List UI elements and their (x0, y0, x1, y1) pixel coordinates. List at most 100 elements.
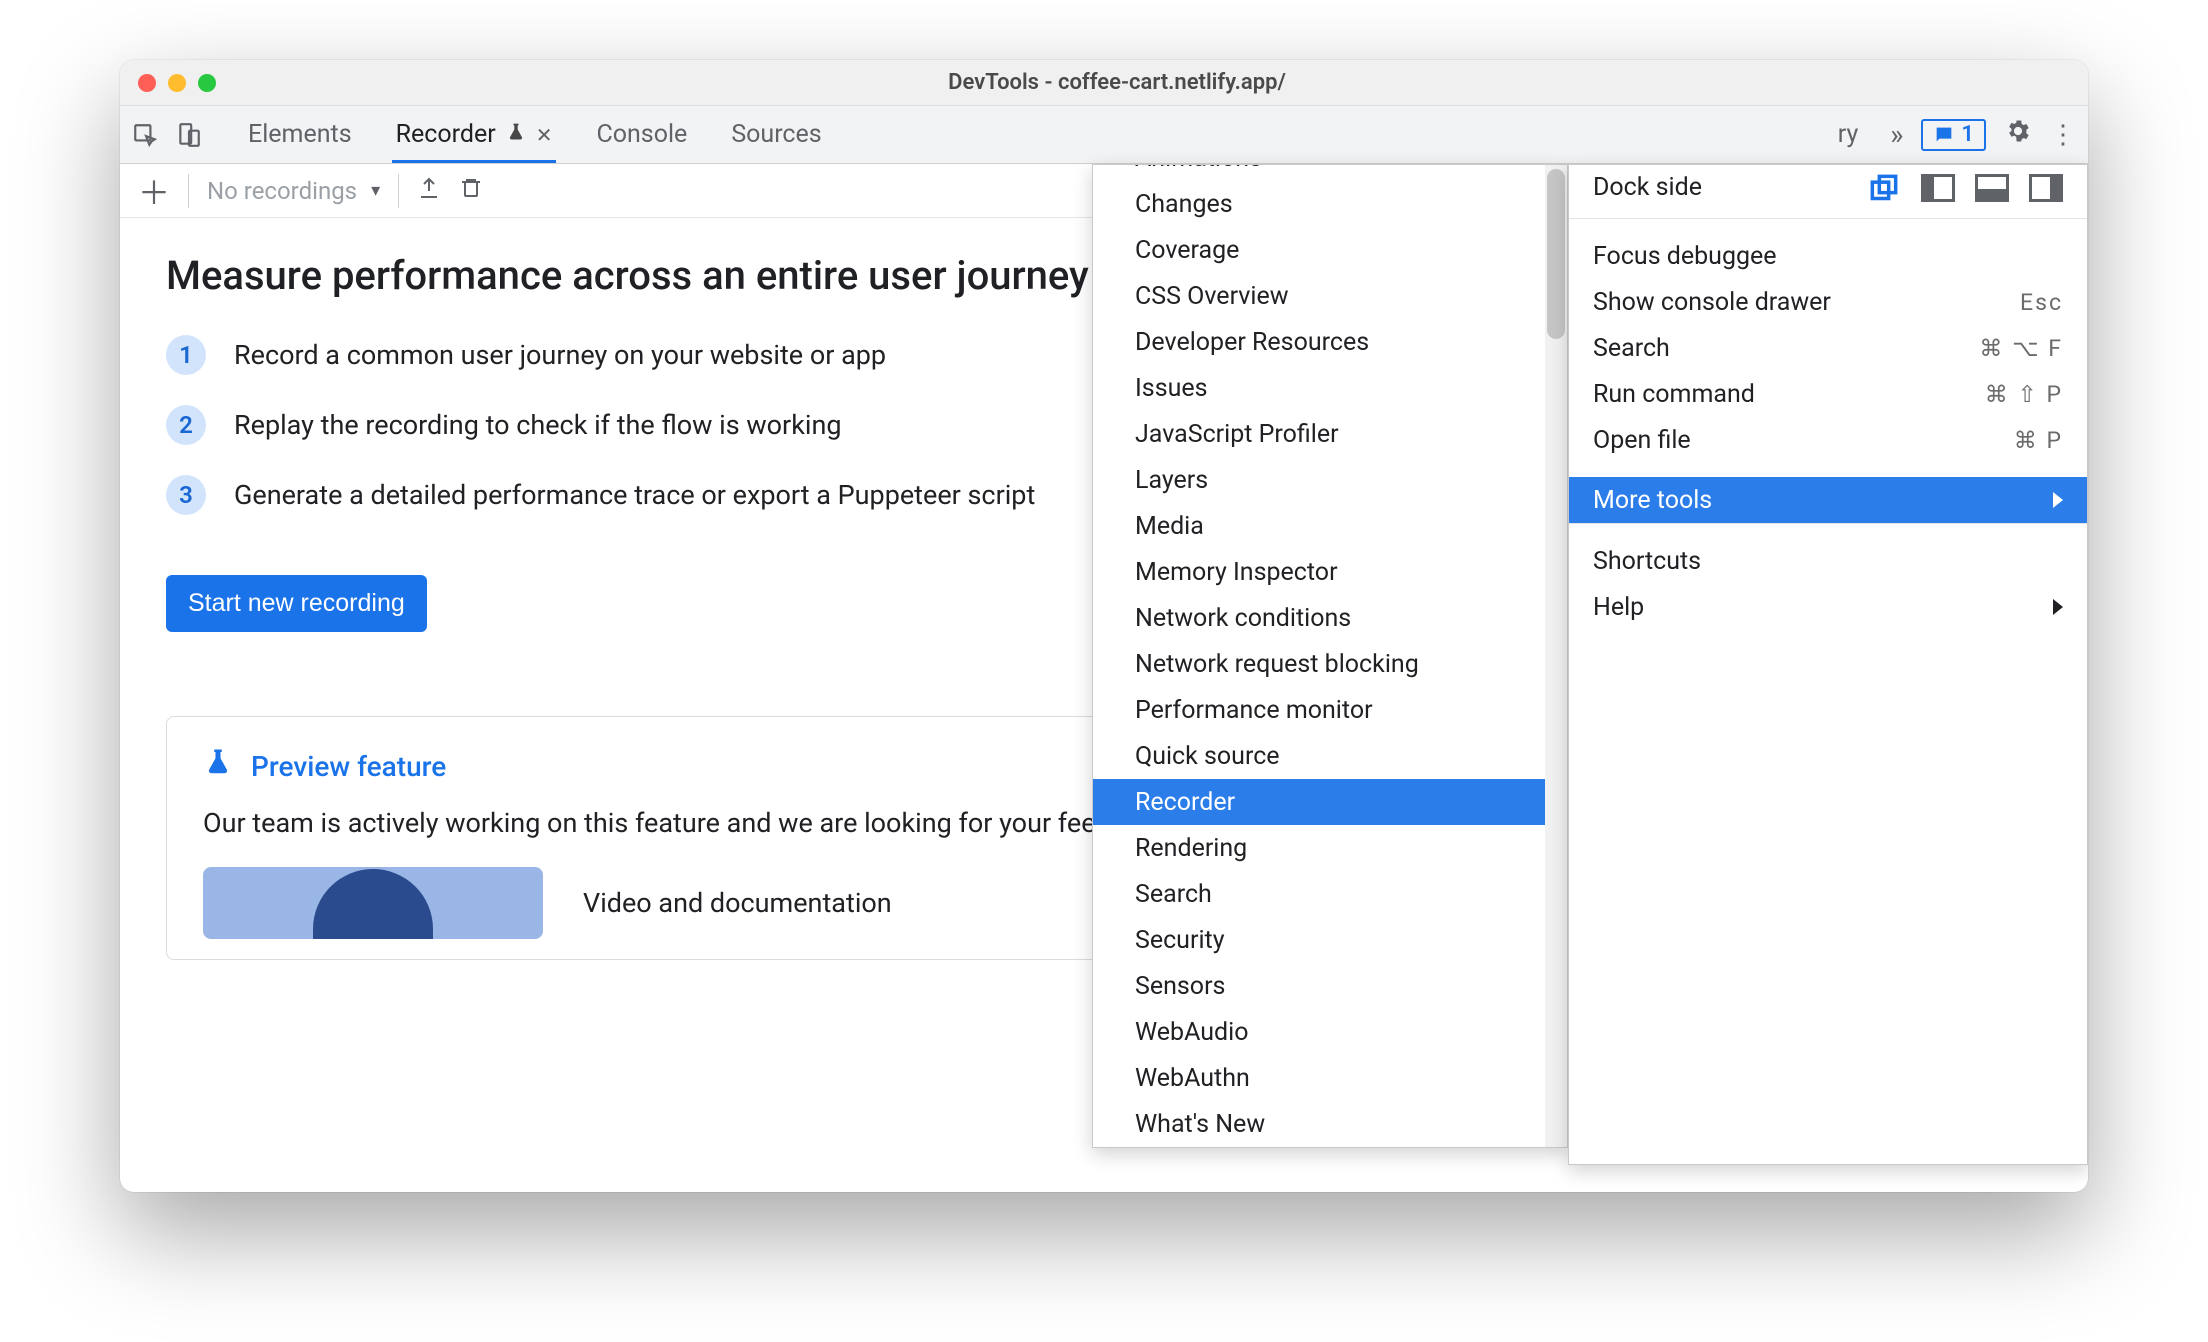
more-tabs-icon[interactable]: » (1890, 118, 1903, 151)
main-menu-kebab-icon[interactable]: ⋮ (2050, 120, 2074, 150)
start-recording-button[interactable]: Start new recording (166, 575, 427, 632)
dock-undock-icon[interactable] (1867, 174, 1901, 202)
more-tools-submenu: AnimationsChanges Coverage CSS Overview Dev… (1092, 164, 1568, 1148)
menu-item-label: CSS Overview (1135, 282, 1289, 311)
more-tools-item[interactable]: CSS Overview (1093, 273, 1567, 319)
menu-item-label: Shortcuts (1593, 547, 1701, 576)
messages-count: 1 (1961, 122, 1974, 147)
preview-video-label: Video and documentation (583, 887, 892, 919)
divider (398, 174, 399, 208)
menu-item-label: WebAudio (1135, 1018, 1249, 1047)
more-tools-item[interactable]: Network request blocking (1093, 641, 1567, 687)
menu-item-label: Sensors (1135, 972, 1225, 1001)
menu-item[interactable]: Show console drawer Esc (1569, 279, 2087, 325)
more-tools-item[interactable]: Sensors (1093, 963, 1567, 1009)
dock-left-icon[interactable] (1921, 174, 1955, 202)
menu-item[interactable]: Shortcuts (1569, 538, 2087, 584)
more-tools-item[interactable]: Memory Inspector (1093, 549, 1567, 595)
devtools-main-menu: Dock side Focus debuggeeShow console dra… (1568, 164, 2088, 1165)
menu-section: Focus debuggee Show console drawer Esc Sear… (1569, 219, 2087, 477)
scrollbar-thumb[interactable] (1547, 169, 1565, 339)
step-number: 2 (166, 405, 206, 445)
menu-item-label: JavaScript Profiler (1135, 420, 1339, 449)
inspect-element-icon[interactable] (132, 122, 158, 148)
more-tools-item[interactable]: Performance monitor (1093, 687, 1567, 733)
more-tools-item[interactable]: Animations (1093, 164, 1567, 181)
hidden-tab-hint[interactable]: ry (1838, 120, 1859, 149)
more-tools-item[interactable]: Developer Resources (1093, 319, 1567, 365)
tab-label: Sources (731, 120, 821, 149)
tab-console[interactable]: Console (574, 106, 709, 163)
tab-label: Elements (248, 120, 352, 149)
menu-shortcut: ⌘ ⌥ F (1979, 335, 2063, 362)
menu-item-label: Focus debuggee (1593, 242, 1777, 271)
menu-item-label: Search (1135, 880, 1212, 909)
menu-item-label: Security (1135, 926, 1225, 955)
menu-item-label: Show console drawer (1593, 288, 1831, 317)
more-tools-item[interactable]: Recorder (1093, 779, 1567, 825)
menu-item-label: Issues (1135, 374, 1208, 403)
more-tools-item[interactable]: Search (1093, 871, 1567, 917)
more-tools-item[interactable]: WebAuthn (1093, 1055, 1567, 1101)
delete-icon[interactable] (459, 176, 483, 206)
menu-item-label: Coverage (1135, 236, 1239, 265)
close-tab-icon[interactable]: ✕ (536, 123, 553, 147)
export-icon[interactable] (417, 176, 441, 206)
menu-item-label: Performance monitor (1135, 696, 1373, 725)
tab-sources[interactable]: Sources (709, 106, 843, 163)
step-text: Replay the recording to check if the flo… (234, 409, 842, 441)
tab-elements[interactable]: Elements (226, 106, 374, 163)
menu-item[interactable]: Run command⌘ ⇧ P (1569, 371, 2087, 417)
more-tools-item[interactable]: Quick source (1093, 733, 1567, 779)
more-tools-item[interactable]: Media (1093, 503, 1567, 549)
more-tools-item[interactable]: What's New (1093, 1101, 1567, 1147)
menu-item-more-tools[interactable]: More tools (1569, 477, 2087, 523)
more-tools-item[interactable]: Issues (1093, 365, 1567, 411)
dock-right-icon[interactable] (2029, 174, 2063, 202)
menu-item-label: WebAuthn (1135, 1064, 1250, 1093)
titlebar: DevTools - coffee-cart.netlify.app/ (120, 60, 2088, 106)
more-tools-item[interactable]: Security (1093, 917, 1567, 963)
tab-label: Recorder (396, 120, 496, 149)
tab-recorder[interactable]: Recorder ✕ (374, 106, 575, 163)
menu-item-label: Help (1593, 593, 1644, 622)
new-recording-icon[interactable]: ＋ (138, 168, 170, 214)
dock-bottom-icon[interactable] (1975, 174, 2009, 202)
menu-item-label: Network conditions (1135, 604, 1351, 633)
more-tools-item[interactable]: JavaScript Profiler (1093, 411, 1567, 457)
scrollbar[interactable] (1545, 165, 1567, 1147)
menu-item[interactable]: Open file⌘ P (1569, 417, 2087, 463)
menu-item[interactable]: Help (1569, 584, 2087, 630)
more-tools-item[interactable]: Changes (1093, 181, 1567, 227)
menu-item-label: Memory Inspector (1135, 558, 1338, 587)
device-toolbar-icon[interactable] (176, 122, 202, 148)
panel-tabs: Elements Recorder ✕ Console Sources (226, 106, 844, 163)
menu-item-label: Open file (1593, 426, 1691, 455)
more-tools-item[interactable]: Network conditions (1093, 595, 1567, 641)
menu-item-label: Developer Resources (1135, 328, 1369, 357)
menu-item-label: Network request blocking (1135, 650, 1419, 679)
divider (188, 174, 189, 208)
menu-shortcut: Esc (2020, 289, 2063, 316)
more-tools-item[interactable]: Layers (1093, 457, 1567, 503)
more-tools-item[interactable]: Coverage (1093, 227, 1567, 273)
messages-badge[interactable]: 1 (1921, 119, 1986, 151)
preview-heading: Preview feature (251, 750, 446, 783)
step-text: Generate a detailed performance trace or… (234, 479, 1035, 511)
menu-item-label: Layers (1135, 466, 1208, 495)
recordings-dropdown[interactable]: No recordings ▾ (207, 177, 380, 205)
devtools-window: DevTools - coffee-cart.netlify.app/ Elem… (120, 60, 2088, 1192)
step-number: 3 (166, 475, 206, 515)
submenu-arrow-icon (2053, 486, 2063, 515)
more-tools-item[interactable]: Rendering (1093, 825, 1567, 871)
settings-gear-icon[interactable] (2004, 117, 2032, 152)
menu-item[interactable]: Focus debuggee (1569, 233, 2087, 279)
devtools-tabstrip: Elements Recorder ✕ Console Sources ry »… (120, 106, 2088, 164)
menu-item[interactable]: Search⌘ ⌥ F (1569, 325, 2087, 371)
tab-label: Console (596, 120, 687, 149)
preview-video-thumbnail[interactable] (203, 867, 543, 939)
more-tools-item[interactable]: WebAudio (1093, 1009, 1567, 1055)
beaker-icon (506, 122, 526, 147)
menu-item-label: Run command (1593, 380, 1755, 409)
menu-section: Shortcuts Help (1569, 524, 2087, 644)
